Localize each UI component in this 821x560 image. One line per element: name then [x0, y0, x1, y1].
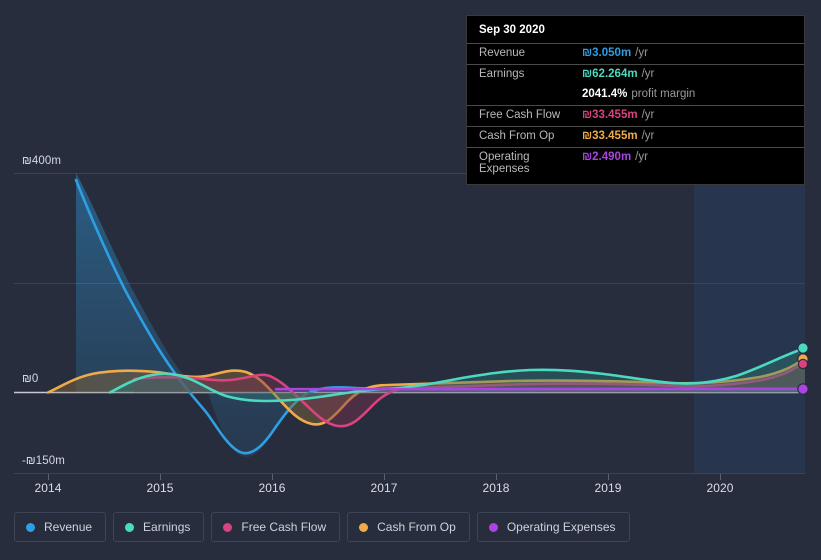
tooltip-unit-earnings: /yr: [641, 68, 655, 80]
tooltip-row-free-cash-flow: Free Cash Flow ₪33.455m /yr: [467, 105, 804, 126]
y-axis-label-400m: ₪400m: [22, 155, 62, 167]
earnings-color-dot-icon: [125, 522, 135, 532]
tooltip-value-earnings: ₪62.264m: [582, 68, 638, 80]
tooltip-value-cash-from-op: ₪33.455m: [582, 130, 638, 142]
tooltip-row-cash-from-op: Cash From Op ₪33.455m /yr: [467, 126, 804, 147]
x-axis-label-2015: 2015: [146, 481, 174, 495]
operating-expenses-color-dot-icon: [488, 522, 498, 532]
tooltip-row-earnings: Earnings ₪62.264m /yr: [467, 64, 804, 85]
tooltip-row-revenue: Revenue ₪3.050m /yr: [467, 43, 804, 64]
tooltip-unit-cash-from-op: /yr: [641, 130, 655, 142]
legend-label-earnings: Earnings: [143, 520, 191, 534]
legend-item-operating-expenses[interactable]: Operating Expenses: [476, 512, 630, 542]
chart-tooltip: Sep 30 2020 Revenue ₪3.050m /yr Earnings…: [466, 15, 805, 185]
tooltip-row-profit-margin: 2041.4% profit margin: [467, 85, 804, 105]
legend-item-cash-from-op[interactable]: Cash From Op: [347, 512, 470, 542]
x-axis-label-2017: 2017: [370, 481, 398, 495]
free-cash-flow-color-dot-icon: [223, 522, 233, 532]
legend-item-earnings[interactable]: Earnings: [113, 512, 205, 542]
tooltip-value-profit-margin: 2041.4%: [582, 88, 628, 100]
earnings-endpoint-marker: [797, 342, 809, 354]
tooltip-unit-operating-expenses: /yr: [635, 151, 648, 163]
tooltip-row-operating-expenses: Operating Expenses ₪2.490m /yr: [467, 147, 804, 178]
operating-expenses-endpoint-marker: [797, 383, 809, 395]
x-axis-ticks: [48, 474, 721, 480]
tooltip-unit-profit-margin: profit margin: [631, 88, 696, 100]
x-axis-label-2016: 2016: [258, 481, 286, 495]
legend-label-revenue: Revenue: [44, 520, 93, 534]
x-axis-label-2019: 2019: [594, 481, 622, 495]
x-axis-label-2020: 2020: [706, 481, 734, 495]
tooltip-unit-free-cash-flow: /yr: [641, 109, 655, 121]
x-axis-label-2014: 2014: [34, 481, 62, 495]
tooltip-date: Sep 30 2020: [479, 24, 545, 36]
tooltip-value-revenue: ₪3.050m: [582, 47, 632, 59]
cash-from-op-color-dot-icon: [359, 522, 369, 532]
y-axis-label-minus-150m: -₪150m: [22, 455, 65, 467]
legend-label-free-cash-flow: Free Cash Flow: [241, 520, 327, 534]
tooltip-label-free-cash-flow: Free Cash Flow: [479, 109, 561, 121]
revenue-color-dot-icon: [26, 522, 35, 532]
tooltip-label-operating-expenses: Operating Expenses: [479, 151, 530, 175]
y-axis-label-0: ₪0: [22, 373, 39, 385]
legend-item-free-cash-flow[interactable]: Free Cash Flow: [211, 512, 341, 542]
tooltip-value-operating-expenses: ₪2.490m: [582, 151, 632, 163]
recent-period-highlight-band: [694, 173, 805, 473]
chart-legend: Revenue Earnings Free Cash Flow Cash Fro…: [14, 512, 630, 542]
tooltip-label-revenue: Revenue: [479, 47, 526, 59]
tooltip-value-free-cash-flow: ₪33.455m: [582, 109, 638, 121]
legend-label-operating-expenses: Operating Expenses: [506, 520, 616, 534]
free-cash-flow-endpoint-marker: [797, 358, 809, 370]
tooltip-unit-revenue: /yr: [635, 47, 648, 59]
legend-item-revenue[interactable]: Revenue: [14, 512, 107, 542]
tooltip-label-earnings: Earnings: [479, 68, 525, 80]
legend-label-cash-from-op: Cash From Op: [377, 520, 456, 534]
tooltip-label-cash-from-op: Cash From Op: [479, 130, 555, 142]
x-axis-label-2018: 2018: [482, 481, 510, 495]
financial-performance-chart: ₪400m ₪0 -₪150m 2014 2015 2016 2017 2018…: [0, 0, 821, 560]
